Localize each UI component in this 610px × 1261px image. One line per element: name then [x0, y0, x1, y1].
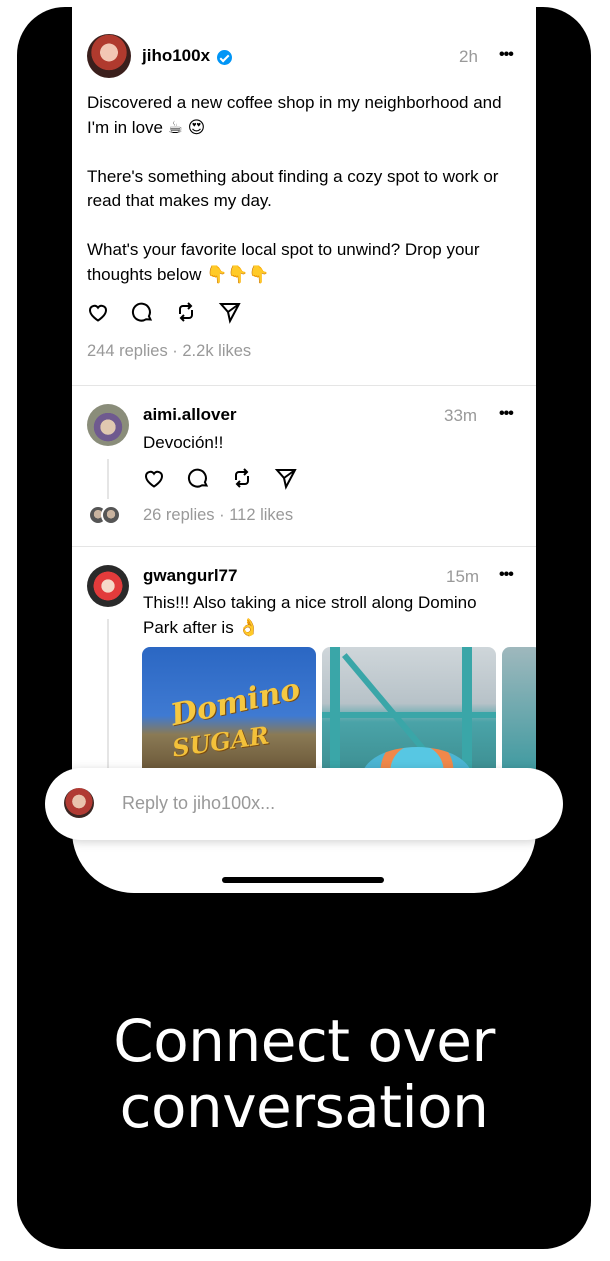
reply-timestamp: 33m	[444, 406, 478, 425]
post-paragraph: What's your favorite local spot to unwin…	[87, 240, 480, 284]
more-options-icon[interactable]: •••	[499, 405, 514, 423]
like-heart-icon[interactable]	[142, 466, 166, 490]
share-send-icon[interactable]	[218, 300, 242, 324]
reply-text: Devoción!!	[143, 433, 224, 452]
home-indicator	[222, 877, 384, 883]
more-options-icon[interactable]: •••	[499, 566, 514, 584]
more-options-icon[interactable]: •••	[499, 46, 514, 64]
reply-text: This!!! Also taking a nice stroll along …	[143, 593, 477, 637]
avatar	[64, 788, 94, 818]
avatar[interactable]	[87, 34, 131, 78]
post-paragraph: There's something about finding a cozy s…	[87, 166, 499, 211]
divider	[72, 546, 536, 547]
caption-line: Connect over	[113, 1007, 495, 1075]
reply-actions	[142, 466, 298, 490]
username[interactable]: aimi.allover	[143, 405, 237, 425]
post-actions	[86, 300, 242, 324]
avatar	[101, 505, 121, 525]
repost-icon[interactable]	[174, 300, 198, 324]
reply-stats[interactable]: 26 replies · 112 likes	[143, 506, 293, 525]
repost-icon[interactable]	[230, 466, 254, 490]
verified-badge-icon	[217, 50, 232, 65]
reply-input-placeholder[interactable]: Reply to jiho100x...	[122, 793, 275, 814]
like-heart-icon[interactable]	[86, 300, 110, 324]
app-screen: jiho100x 2h ••• Discovered a new coffee …	[72, 7, 536, 893]
thread-line	[107, 459, 109, 499]
promo-caption: Connect over conversation	[17, 1008, 591, 1140]
post-image-domino-sugar[interactable]: Domino SUGAR	[142, 647, 316, 772]
username[interactable]: gwangurl77	[143, 566, 237, 586]
reply-bubble-icon[interactable]	[186, 466, 210, 490]
avatar[interactable]	[87, 404, 129, 446]
post-timestamp: 2h	[459, 47, 478, 66]
post-image-third[interactable]	[502, 647, 536, 772]
reply-timestamp: 15m	[446, 567, 480, 586]
avatar[interactable]	[87, 565, 129, 607]
reply-bubble-icon[interactable]	[130, 300, 154, 324]
username[interactable]: jiho100x	[142, 46, 210, 66]
post-stats[interactable]: 244 replies · 2.2k likes	[87, 342, 251, 361]
thread-line	[107, 619, 109, 779]
post-paragraph: Discovered a new coffee shop in my neigh…	[87, 93, 502, 137]
caption-line: conversation	[119, 1073, 489, 1141]
post-image-park[interactable]	[322, 647, 496, 772]
divider	[72, 385, 536, 386]
post-body: Discovered a new coffee shop in my neigh…	[87, 91, 517, 287]
share-send-icon[interactable]	[274, 466, 298, 490]
